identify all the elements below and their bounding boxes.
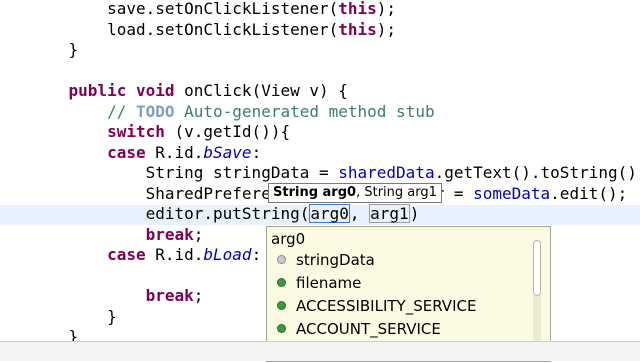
code-line[interactable]: load.setOnClickListener(this); [30,20,396,40]
field-token: someData [473,183,551,203]
argument-placeholder[interactable]: arg1 [369,204,410,223]
code-line[interactable]: case R.id.bSave: [30,143,261,163]
code-line[interactable]: public void onClick(View v) { [30,81,348,101]
code-line[interactable]: save.setOnClickListener(this); [30,0,396,19]
keyword-token: break [145,286,194,305]
keyword-token: case [107,245,146,264]
code-line[interactable]: // TODO Auto-generated method stub [30,102,435,122]
content-assist-item-label: ACCOUNT_SERVICE [296,320,441,338]
content-assist-item[interactable]: stringData [277,249,375,271]
code-token: ; [193,286,204,305]
code-token: } [30,306,117,326]
code-line[interactable]: } [30,307,117,327]
code-token: } [30,40,79,59]
comment-token: Auto-generated method stub [174,101,435,121]
active-argument-placeholder[interactable]: arg0 [309,204,350,223]
keyword-token: this [338,0,377,18]
code-token: String stringData = [30,163,339,182]
parameter-hint-tooltip: String arg0, String arg1 [268,183,442,203]
code-token: ); [376,19,397,39]
code-token: editor.putString( [30,204,310,223]
code-line[interactable]: } [30,40,79,60]
code-token: onClick(View v) { [174,81,348,100]
public-field-icon [277,301,286,310]
code-line[interactable]: String stringData = sharedData.getText()… [30,163,640,183]
content-assist-header: arg0 [271,230,306,248]
local-variable-icon [277,255,286,264]
code-token: save.setOnClickListener( [30,0,339,18]
static-field-token: bLoad [203,245,252,264]
static-field-token: bSave [203,142,252,162]
parameter-hint-rest: , String arg1 [356,185,437,200]
code-token: ) [409,204,420,223]
public-field-icon [277,324,286,333]
code-line[interactable]: case R.id.bLoad: [30,245,261,265]
code-token: R.id. [145,142,204,162]
content-assist-item[interactable]: filename [277,272,361,294]
code-token: R.id. [145,245,204,264]
code-token: (v.getId()){ [164,122,291,141]
comment-token: // [107,101,136,121]
editor-bottom-bar [0,341,640,361]
keyword-token: switch [107,122,165,141]
code-line[interactable]: editor.putString(arg0, arg1) [30,204,419,224]
public-field-icon [277,278,286,287]
code-line[interactable]: break; [30,224,204,245]
code-token: ; [193,224,204,244]
code-token: , [349,204,370,223]
keyword-token: public [68,81,127,100]
keyword-token: this [338,19,377,39]
scrollbar-thumb[interactable] [533,240,541,296]
content-assist-item-label: stringData [296,251,375,269]
field-token: sharedData [338,163,435,182]
parameter-hint-active: String arg0 [273,185,357,200]
code-token: .getText().toString(); [434,163,640,182]
code-line[interactable]: break; [30,286,204,306]
code-token: : [251,245,262,264]
todo-token: TODO [135,101,175,121]
keyword-token: void [135,81,175,100]
keyword-token: break [145,224,194,244]
code-token: : [251,142,262,162]
content-assist-item[interactable]: ACCESSIBILITY_SERVICE [277,295,476,317]
code-token: ); [376,0,397,18]
content-assist-item[interactable]: ACCOUNT_SERVICE [277,318,441,340]
code-token: .edit(); [550,183,628,203]
content-assist-item-label: ACCESSIBILITY_SERVICE [296,297,477,315]
code-line[interactable]: switch (v.getId()){ [30,122,290,142]
keyword-token: case [107,142,146,162]
content-assist-item-label: filename [296,274,362,292]
code-token: load.setOnClickListener( [30,19,339,39]
